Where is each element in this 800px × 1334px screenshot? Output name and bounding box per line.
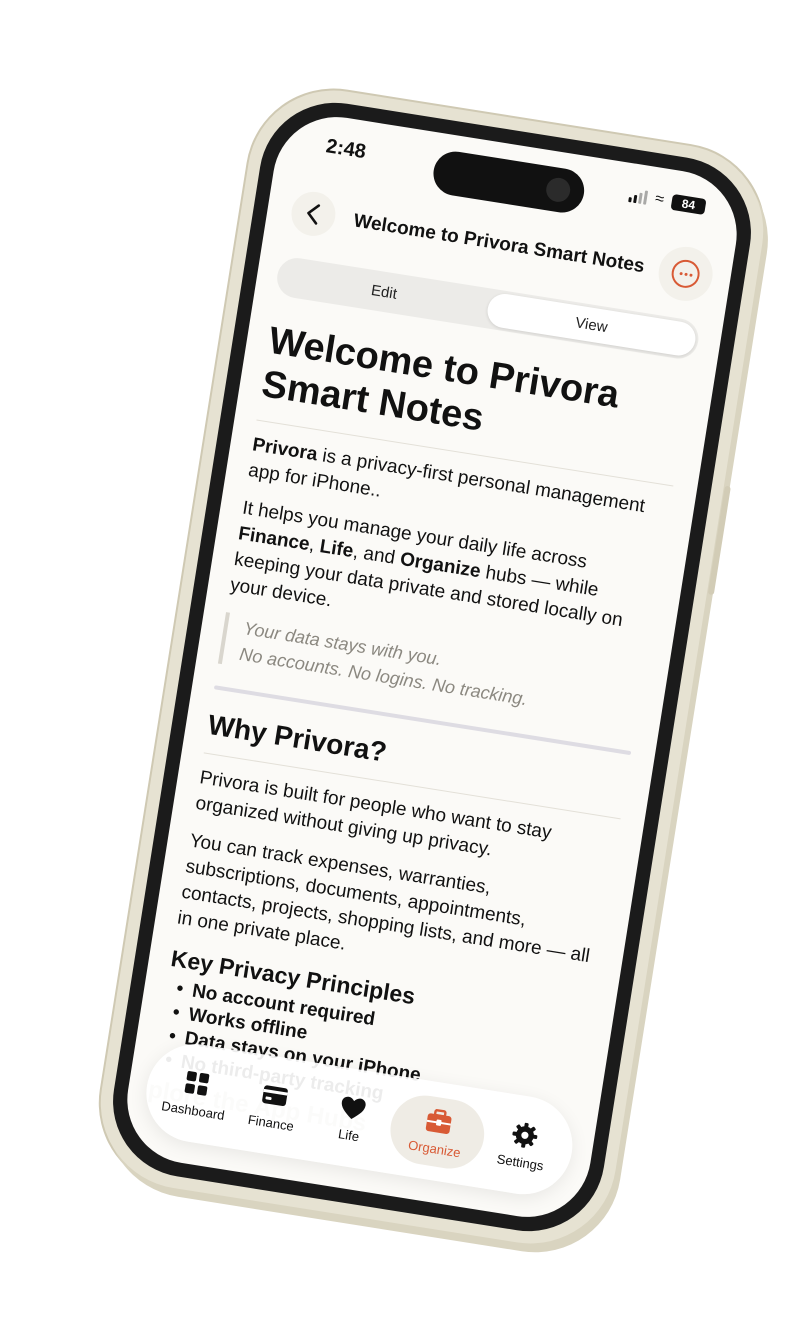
- more-options-button[interactable]: [654, 242, 717, 305]
- heart-icon: [341, 1096, 366, 1119]
- tab-label: Organize: [407, 1136, 462, 1160]
- tab-label: Settings: [495, 1150, 545, 1173]
- status-icons: ≈ 84: [628, 187, 707, 215]
- tab-organize[interactable]: Organize: [385, 1090, 489, 1173]
- hubs-text-and: , and: [351, 541, 402, 570]
- side-button: [707, 485, 731, 596]
- phone-bezel: 2:48 ≈ 84 Welcome to Privora Smart Notes…: [102, 91, 762, 1243]
- battery-indicator: 84: [670, 193, 707, 215]
- tab-life[interactable]: Life: [308, 1078, 396, 1158]
- tab-label: Life: [337, 1125, 361, 1144]
- phone-frame: 2:48 ≈ 84 Welcome to Privora Smart Notes…: [88, 78, 776, 1256]
- wifi-icon: ≈: [653, 190, 666, 209]
- ellipsis-icon: [669, 257, 702, 290]
- scene: 2:48 ≈ 84 Welcome to Privora Smart Notes…: [0, 0, 800, 1334]
- app-screen: 2:48 ≈ 84 Welcome to Privora Smart Notes…: [118, 107, 746, 1227]
- gear-icon: [512, 1122, 538, 1148]
- tab-label: Finance: [246, 1111, 295, 1134]
- tab-settings[interactable]: Settings: [479, 1105, 567, 1185]
- tab-dashboard[interactable]: Dashboard: [152, 1053, 240, 1133]
- cellular-signal-icon: [628, 188, 649, 205]
- back-button[interactable]: [288, 188, 339, 240]
- tab-finance[interactable]: Finance: [230, 1065, 318, 1145]
- camera-icon: [544, 176, 572, 204]
- card-icon: [262, 1084, 289, 1106]
- hub-life-bold: Life: [318, 536, 355, 563]
- chevron-left-icon: [307, 204, 321, 225]
- tab-label: Dashboard: [160, 1097, 226, 1123]
- status-time: 2:48: [324, 135, 368, 164]
- dashboard-icon: [185, 1070, 210, 1096]
- brand-name: Privora: [250, 434, 319, 466]
- toolbox-icon: [425, 1108, 452, 1134]
